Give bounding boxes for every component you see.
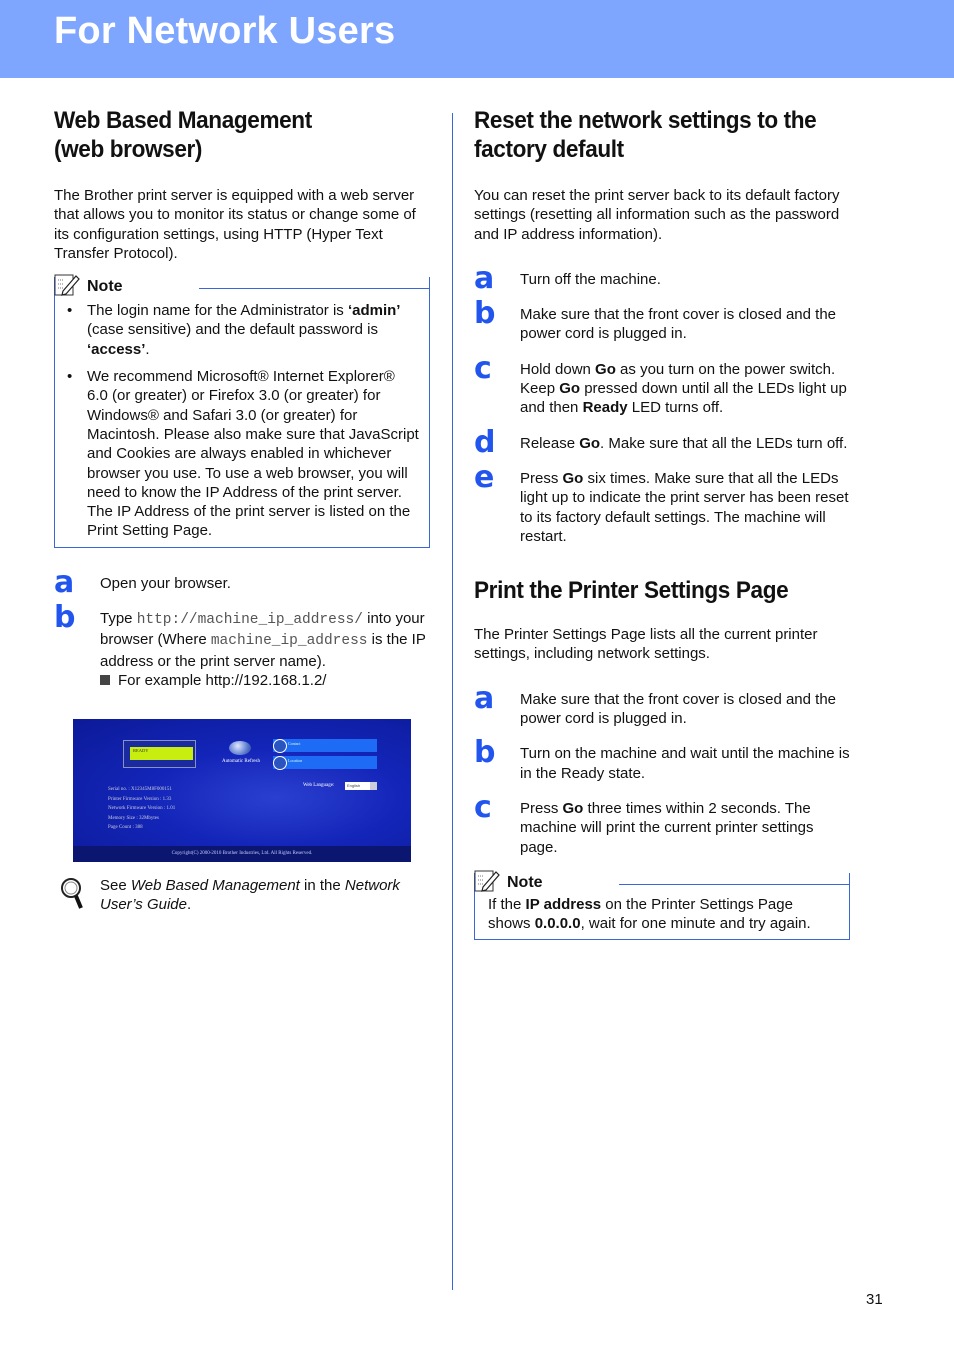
step-text: Open your browser. <box>100 574 231 592</box>
step-text: Turn off the machine. <box>520 270 661 288</box>
step-letter: b <box>54 600 76 636</box>
web-management-intro: The Brother print server is equipped wit… <box>54 187 416 262</box>
note-bullet-text: We recommend Microsoft® Internet Explore… <box>87 368 419 540</box>
note-box-ip: Note If the IP address on the Printer Se… <box>474 870 850 941</box>
step-letter: d <box>474 424 496 460</box>
note-header: Note <box>54 274 430 299</box>
step-text: Press Go six times. Make sure that all t… <box>520 469 849 545</box>
reset-step-a: a Turn off the machine. <box>474 260 850 296</box>
step-letter: b <box>474 296 496 332</box>
refresh-label: Automatic Refresh <box>222 759 260 764</box>
step-b: b Type http://machine_ip_address/ into y… <box>54 600 430 690</box>
location-icon <box>273 756 287 770</box>
step-text: Make sure that the front cover is closed… <box>520 306 837 343</box>
example-url: For example http://192.168.1.2/ <box>118 671 327 689</box>
step-letter: a <box>474 680 495 716</box>
note-bullet: • We recommend Microsoft® Internet Explo… <box>67 367 419 541</box>
note-top-border <box>619 883 850 885</box>
web-language-label: Web Language: <box>303 783 335 788</box>
bullet-dot: • <box>67 302 73 320</box>
note-top-border <box>199 288 430 290</box>
note-title: Note <box>507 872 543 893</box>
page-banner: For Network Users <box>0 0 954 78</box>
step-letter: a <box>54 564 75 600</box>
step-letter: c <box>474 789 492 825</box>
note-body: • The login name for the Administrator i… <box>55 299 429 547</box>
reset-step-e: e Press Go six times. Make sure that all… <box>474 459 850 546</box>
reset-intro: You can reset the print server back to i… <box>474 187 840 243</box>
print-step-b: b Turn on the machine and wait until the… <box>474 735 850 783</box>
note-box: Note • The login name for the Administra… <box>54 274 430 548</box>
reset-step-d: d Release Go. Make sure that all the LED… <box>474 424 850 460</box>
url-code: http://machine_ip_address/ <box>136 612 363 629</box>
page-number: 31 <box>866 1291 883 1308</box>
step-text: Press Go three times within 2 seconds. T… <box>520 799 814 856</box>
step-text: Hold down Go as you turn on the power sw… <box>520 360 847 417</box>
note-title: Note <box>87 277 123 297</box>
note-body: If the IP address on the Printer Setting… <box>488 895 811 933</box>
reset-step-b: b Make sure that the front cover is clos… <box>474 296 850 344</box>
device-info: Serial no. : X12345M8F000151 Printer Fir… <box>108 787 176 830</box>
see-also: See Web Based Management in the Network … <box>54 876 430 914</box>
right-column: Reset the network settings to the factor… <box>474 106 850 941</box>
see-also-text: See Web Based Management in the Network … <box>100 877 400 913</box>
note-pencil-icon <box>474 870 500 892</box>
refresh-icon <box>229 741 251 755</box>
web-management-screenshot: READY Automatic Refresh Contact Location… <box>73 719 411 862</box>
section-heading-print-settings: Print the Printer Settings Page <box>474 577 789 605</box>
print-step-a: a Make sure that the front cover is clos… <box>474 680 850 729</box>
step-text: Release Go. Make sure that all the LEDs … <box>520 434 848 452</box>
note-pencil-icon <box>54 274 80 297</box>
column-divider <box>452 113 453 1290</box>
note-header: Note <box>474 870 850 895</box>
print-step-c: c Press Go three times within 2 seconds.… <box>474 789 850 857</box>
bullet-dot: • <box>67 368 73 386</box>
print-intro: The Printer Settings Page lists all the … <box>474 626 818 663</box>
section-heading-reset: Reset the network settings to the factor… <box>474 107 817 163</box>
section-heading-web-management: Web Based Management (web browser) <box>54 107 312 163</box>
step-letter: b <box>474 735 496 771</box>
magnifier-icon <box>61 878 83 909</box>
step-a: a Open your browser. <box>54 564 430 600</box>
contact-link: Contact <box>273 739 377 753</box>
step-text: Make sure that the front cover is closed… <box>520 690 837 728</box>
square-bullet-icon <box>100 674 110 685</box>
note-bullet-text: The login name for the Administrator is … <box>87 302 401 358</box>
step-letter: e <box>474 459 495 495</box>
left-column: Web Based Management (web browser) The B… <box>54 106 430 690</box>
screenshot-copyright: Copyright(C) 2000-2010 Brother Industrie… <box>73 846 411 862</box>
note-bullet: • The login name for the Administrator i… <box>67 301 419 359</box>
lcd-display: READY <box>123 740 196 768</box>
step-letter: a <box>474 260 495 296</box>
location-link: Location <box>273 756 377 770</box>
contact-icon <box>273 739 287 753</box>
step-text: Type http://machine_ip_address/ into you… <box>100 610 426 689</box>
step-text: Turn on the machine and wait until the m… <box>520 745 850 782</box>
web-language-select: English <box>345 782 377 790</box>
step-letter: c <box>474 350 492 386</box>
reset-step-c: c Hold down Go as you turn on the power … <box>474 350 850 418</box>
page-title: For Network Users <box>54 10 396 52</box>
